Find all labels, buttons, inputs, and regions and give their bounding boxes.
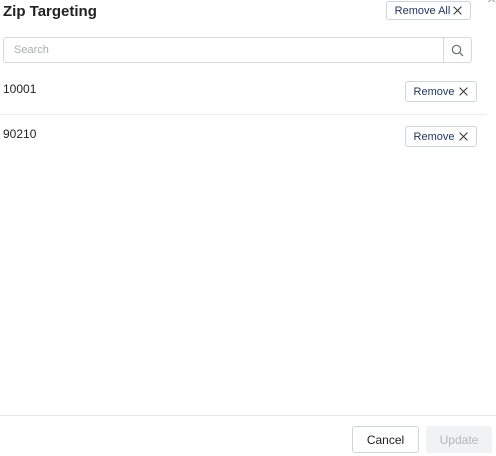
cancel-button[interactable]: Cancel (352, 426, 419, 453)
remove-label: Remove (413, 130, 455, 143)
dialog-close-icon[interactable] (488, 0, 496, 2)
remove-all-button[interactable]: Remove All (386, 1, 471, 20)
remove-zip-button[interactable]: Remove (405, 81, 477, 102)
remove-zip-button[interactable]: Remove (405, 126, 477, 147)
close-icon (459, 87, 468, 96)
zip-targeting-dialog: Zip Targeting Remove All 10001 Remove 90… (0, 0, 496, 456)
close-icon (453, 6, 462, 15)
search-button[interactable] (443, 38, 471, 62)
remove-label: Remove (413, 85, 455, 98)
zip-code: 90210 (3, 127, 37, 141)
zip-code: 10001 (3, 82, 37, 96)
zip-row: 10001 Remove (0, 70, 486, 115)
remove-all-label: Remove All (394, 4, 451, 17)
search-input[interactable] (4, 38, 443, 62)
dialog-title: Zip Targeting (3, 3, 97, 20)
update-button[interactable]: Update (426, 426, 492, 453)
close-icon (459, 132, 468, 141)
zip-row: 90210 Remove (0, 115, 486, 159)
search-icon (451, 44, 464, 56)
dialog-footer: Cancel Update (0, 415, 496, 456)
search-box (3, 37, 472, 63)
